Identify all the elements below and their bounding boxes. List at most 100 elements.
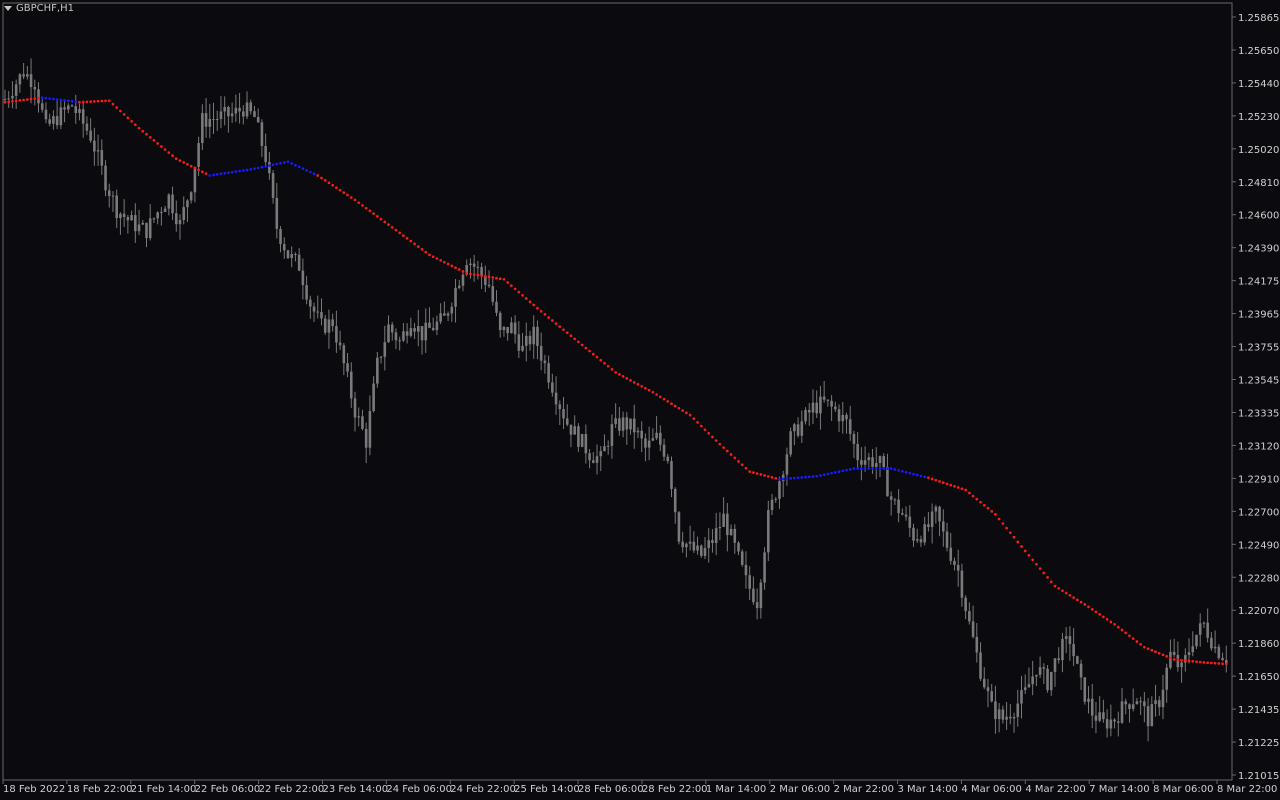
- candle-body: [796, 424, 800, 436]
- ma-dot: [863, 467, 867, 470]
- ma-dot: [886, 467, 889, 470]
- ma-dot: [606, 364, 610, 368]
- ma-dot: [1001, 522, 1005, 525]
- candle-body: [726, 513, 729, 536]
- ma-dot: [543, 313, 547, 316]
- ma-dot: [510, 284, 513, 288]
- ma-dot: [1176, 658, 1180, 662]
- candle-body: [941, 521, 945, 532]
- triangle-down-icon[interactable]: [4, 6, 12, 11]
- ma-dot: [7, 100, 11, 104]
- y-tick-label: 1.21860: [1238, 639, 1279, 650]
- ma-dot: [737, 459, 740, 463]
- candle-body: [85, 123, 89, 131]
- ma-dot: [1068, 593, 1072, 597]
- ma-dot: [152, 139, 156, 142]
- candle-body: [1143, 701, 1146, 707]
- candle-body: [718, 526, 722, 529]
- ma-dot: [230, 170, 234, 174]
- candle-body: [1005, 716, 1008, 720]
- y-tick-label: 1.22490: [1238, 540, 1279, 551]
- ma-dot: [171, 154, 174, 158]
- candle-body: [752, 588, 755, 603]
- ma-dot: [208, 174, 212, 177]
- candle-body: [763, 552, 766, 583]
- candle-body: [491, 286, 495, 302]
- ma-dot: [1027, 554, 1031, 557]
- ma-dot: [1016, 540, 1020, 544]
- candle-body: [804, 409, 807, 422]
- candle-body: [357, 416, 361, 418]
- ma-dot: [63, 99, 66, 102]
- ma-dot: [189, 164, 193, 168]
- ma-dot: [338, 188, 342, 192]
- candle-body: [1046, 668, 1049, 691]
- ma-dot: [882, 467, 886, 470]
- candle-body: [1195, 634, 1198, 647]
- candle-body: [521, 345, 524, 351]
- candle-body: [18, 74, 22, 85]
- price-chart[interactable]: 1.25865 1.25650 1.25440 1.25230 1.25020 1.248…: [0, 0, 1280, 800]
- ma-dot: [1023, 549, 1027, 553]
- candle-body: [316, 311, 320, 313]
- ma-dot: [1131, 637, 1135, 640]
- candle-body: [1105, 719, 1109, 729]
- candle-body: [253, 111, 256, 117]
- ma-dot: [874, 467, 878, 470]
- ma-dot: [372, 212, 375, 216]
- candle-body: [3, 99, 7, 101]
- ma-dot: [1206, 661, 1210, 665]
- ma-dot: [748, 470, 752, 473]
- candle-body: [137, 224, 141, 232]
- candle-body: [513, 322, 517, 335]
- ma-dot: [1172, 658, 1176, 661]
- ma-dot: [197, 168, 200, 172]
- ma-dot: [722, 446, 725, 449]
- ma-dot: [830, 471, 833, 475]
- ma-dot: [524, 297, 528, 300]
- ma-dot: [264, 164, 267, 168]
- candle-body: [789, 431, 792, 455]
- candle-body: [1038, 667, 1042, 675]
- ma-dot: [1072, 596, 1075, 599]
- ma-dot: [755, 472, 759, 475]
- candle-body: [55, 116, 59, 126]
- chart-frame: [2, 2, 1233, 781]
- y-tick-label: 1.22910: [1238, 474, 1279, 485]
- candle-body: [428, 322, 431, 328]
- candle-body: [268, 162, 271, 174]
- ma-dot: [1202, 661, 1206, 664]
- ma-dot: [379, 217, 383, 221]
- ma-dot: [1217, 662, 1221, 665]
- ma-dot: [137, 126, 141, 130]
- ma-dot: [975, 497, 979, 501]
- x-tick-label: 3 Mar 14:00: [898, 784, 958, 795]
- ma-dot: [439, 259, 442, 262]
- ma-dot: [662, 397, 666, 401]
- chart-title-bar[interactable]: GBPCHF,H1: [4, 3, 74, 14]
- candle-body: [201, 113, 204, 144]
- candle-body: [390, 324, 394, 333]
- ma-dot: [960, 487, 964, 491]
- ma-dot: [111, 102, 115, 106]
- ma-dot: [163, 148, 167, 151]
- ma-dot: [297, 165, 301, 169]
- ma-dot: [290, 162, 294, 165]
- candle-body: [145, 222, 148, 239]
- candle-body: [886, 467, 889, 497]
- candle-body: [279, 228, 282, 245]
- candle-body: [990, 691, 994, 702]
- x-tick-label: 8 Mar 22:00: [1217, 784, 1277, 795]
- ma-dot: [629, 379, 632, 382]
- ma-dot: [826, 472, 830, 476]
- y-tick-label: 1.22280: [1238, 573, 1279, 584]
- candle-body: [122, 213, 126, 218]
- candle-body: [707, 540, 711, 549]
- candle-body: [510, 322, 513, 334]
- candle-body: [234, 107, 238, 114]
- ma-dot: [759, 473, 763, 476]
- ma-dot: [368, 209, 372, 213]
- ma-dot: [1128, 634, 1131, 638]
- ma-dot: [1165, 655, 1169, 658]
- candle-body: [249, 102, 253, 112]
